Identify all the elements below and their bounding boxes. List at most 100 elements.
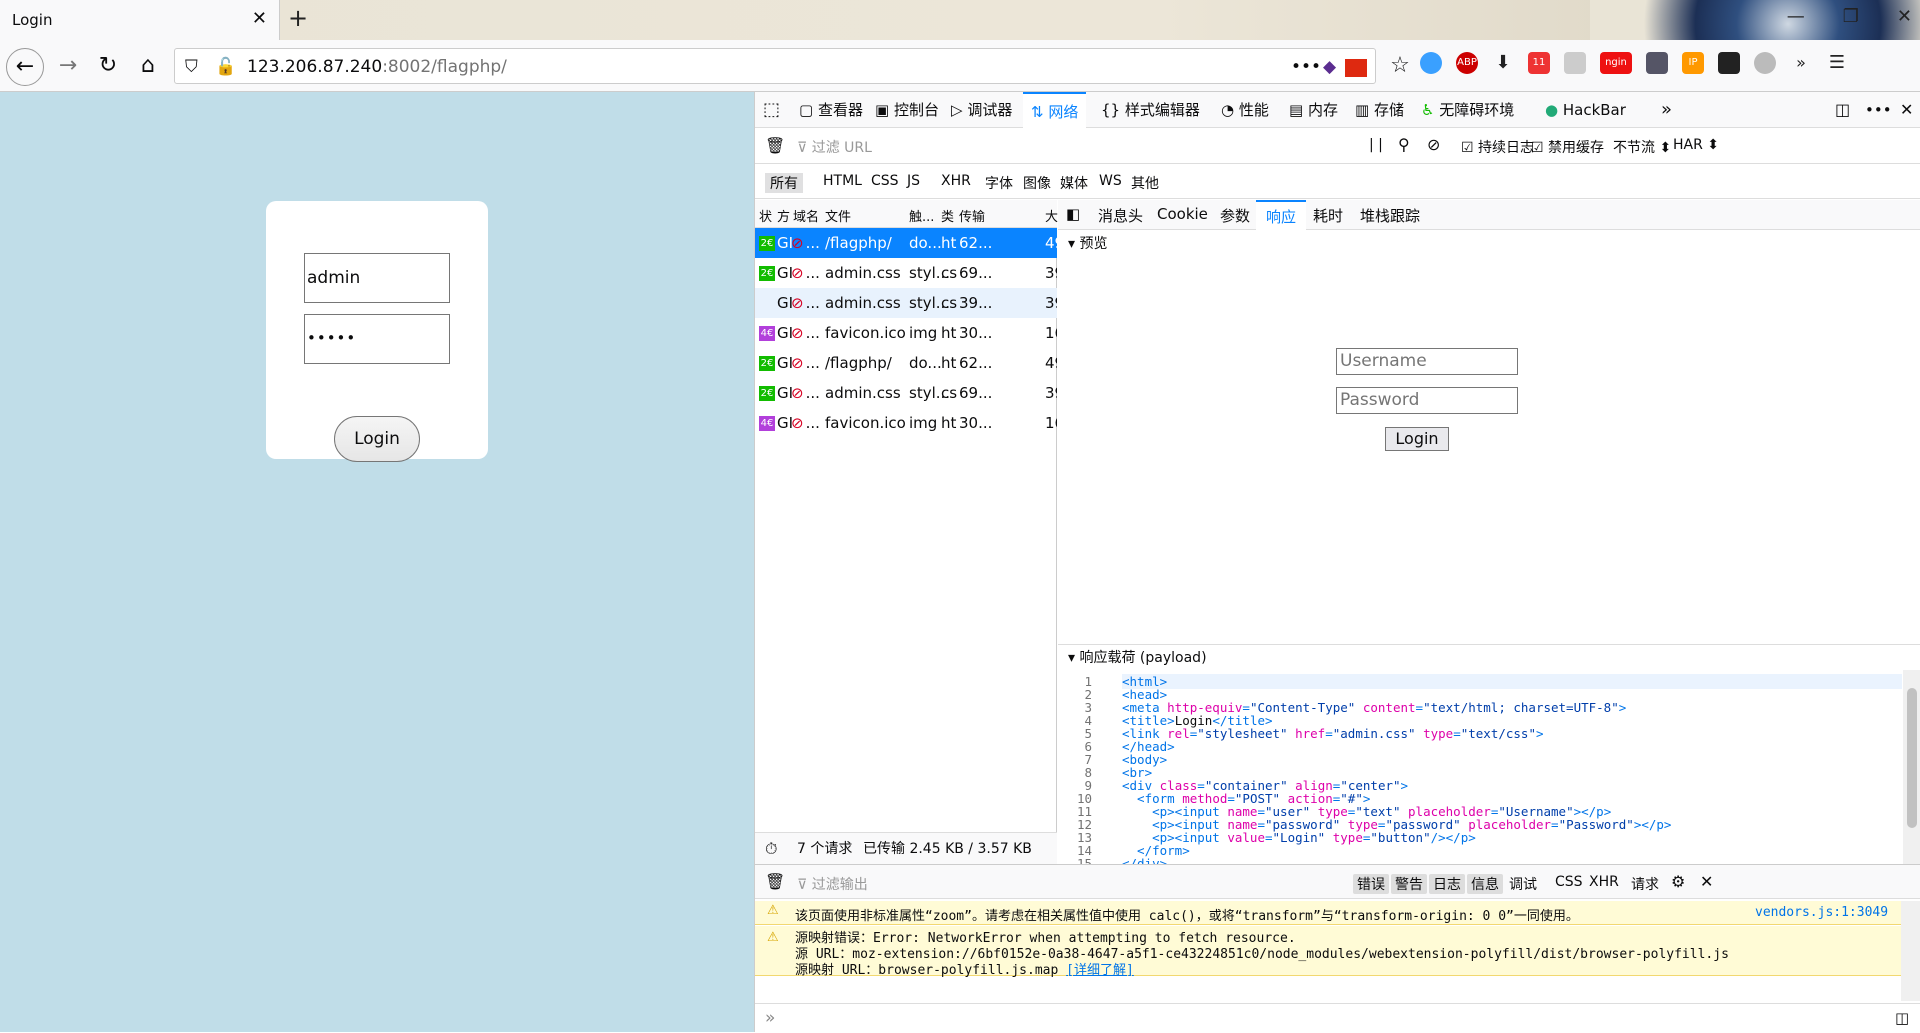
request-row[interactable]: GI⊘...admin.cssstyl...cs39...39	[755, 288, 1057, 318]
options-menu-icon[interactable]: •••	[1865, 92, 1892, 128]
tab-cookies[interactable]: Cookie	[1157, 205, 1208, 223]
col-size[interactable]: 大	[1045, 206, 1058, 225]
block-icon[interactable]: ⊘	[1427, 135, 1440, 154]
col-method[interactable]: 方	[777, 206, 790, 225]
type-js[interactable]: JS	[907, 173, 920, 189]
password-input[interactable]: •••••	[304, 314, 450, 364]
preview-username-input[interactable]: Username	[1336, 348, 1518, 375]
col-transferred[interactable]: 传输	[959, 206, 985, 225]
console-settings-gear-icon[interactable]: ⚙	[1671, 872, 1685, 891]
globe-ext-icon[interactable]	[1754, 52, 1776, 74]
overflow-chevron-icon[interactable]: »	[1790, 52, 1812, 74]
clear-console-icon[interactable]: 🗑	[765, 872, 785, 891]
close-console-icon[interactable]: ✕	[1700, 872, 1713, 891]
sidebar-toggle-icon[interactable]: ◧	[1066, 205, 1080, 223]
filter-debug[interactable]: 调试	[1505, 874, 1541, 894]
close-devtools-icon[interactable]: ✕	[1900, 92, 1913, 128]
code-scrollbar[interactable]	[1903, 670, 1920, 864]
url-bar[interactable]: ⛉ 🔓 123.206.87.240:8002/flagphp/ ••• ◆	[174, 48, 1376, 84]
element-picker-icon[interactable]: ⬚	[763, 92, 780, 128]
tab-timings[interactable]: 耗时	[1313, 205, 1343, 226]
col-cause[interactable]: 触...	[909, 206, 934, 225]
china-flag-icon[interactable]	[1345, 59, 1367, 77]
type-media[interactable]: 媒体	[1060, 173, 1088, 193]
col-status[interactable]: 状	[759, 206, 772, 225]
request-row[interactable]: 2€GI⊘.../flagphp/do...ht62...49	[755, 228, 1057, 258]
console-warning-zoom[interactable]: ⚠ 该页面使用非标准属性“zoom”。请考虑在相关属性值中使用 calc()，或…	[755, 901, 1901, 925]
home-icon[interactable]: ⌂	[132, 50, 164, 82]
username-input[interactable]: admin	[304, 253, 450, 303]
close-tab-icon[interactable]: ✕	[252, 8, 267, 29]
bookmark-star-icon[interactable]: ☆	[1384, 50, 1416, 82]
page-actions-icon[interactable]: •••	[1291, 57, 1321, 77]
filter-info[interactable]: 信息	[1467, 874, 1503, 894]
type-font[interactable]: 字体	[985, 173, 1013, 193]
pause-icon[interactable]: | |	[1369, 137, 1383, 153]
filter-errors[interactable]: 错误	[1353, 874, 1389, 894]
tab-style-editor[interactable]: {} 样式编辑器	[1101, 92, 1200, 128]
persist-log-checkbox[interactable]: ☑ 持续日志	[1461, 137, 1534, 157]
insecure-lock-icon[interactable]: 🔓	[215, 57, 236, 77]
type-css[interactable]: CSS	[871, 173, 899, 189]
request-row[interactable]: 2€GI⊘.../flagphp/do...ht62...49	[755, 348, 1057, 378]
tab-console[interactable]: ▣ 控制台	[875, 92, 939, 128]
type-html[interactable]: HTML	[823, 173, 862, 189]
type-xhr[interactable]: XHR	[941, 173, 971, 189]
preview-password-input[interactable]: Password	[1336, 387, 1518, 414]
back-icon[interactable]: ←	[6, 48, 44, 86]
circle-ext-icon[interactable]	[1420, 52, 1442, 74]
dock-icon[interactable]: ◫	[1835, 92, 1850, 128]
request-row[interactable]: 4€GI⊘...favicon.icoimght30...16	[755, 318, 1057, 348]
preview-login-button[interactable]: Login	[1385, 427, 1449, 451]
ip-ext-icon[interactable]: IP	[1682, 52, 1704, 74]
type-other[interactable]: 其他	[1131, 173, 1159, 193]
nginx-ext-icon[interactable]: ngin	[1600, 52, 1632, 74]
console-scrollbar[interactable]	[1901, 901, 1920, 1001]
reload-icon[interactable]: ↻	[92, 50, 124, 82]
minimize-icon[interactable]: —	[1787, 6, 1805, 27]
search-icon[interactable]: ⚲	[1398, 135, 1410, 154]
tab-accessibility[interactable]: ♿ 无障碍环境	[1421, 92, 1514, 128]
tab-performance[interactable]: ◔ 性能	[1221, 92, 1269, 128]
pocket-gem-icon[interactable]: ◆	[1323, 57, 1336, 77]
close-window-icon[interactable]: ✕	[1897, 6, 1912, 27]
editor-mode-icon[interactable]: ◫	[1895, 1009, 1909, 1027]
har-menu[interactable]: HAR ⬍	[1673, 137, 1719, 153]
shield-icon[interactable]: ⛉	[185, 57, 198, 77]
code-scroll-thumb[interactable]	[1907, 688, 1917, 828]
filter-css[interactable]: CSS	[1551, 874, 1587, 890]
tab-params[interactable]: 参数	[1220, 205, 1250, 226]
tab-response[interactable]: 响应	[1256, 200, 1307, 230]
disable-cache-checkbox[interactable]: ☑ 禁用缓存	[1531, 137, 1604, 157]
trash-icon[interactable]: 🗑	[765, 136, 785, 155]
glasses-ext-icon[interactable]	[1718, 52, 1740, 74]
tab-login[interactable]: Login ✕	[0, 0, 280, 40]
filter-logs[interactable]: 日志	[1429, 874, 1465, 894]
request-row[interactable]: 2€GI⊘...admin.cssstyl...cs69...39	[755, 258, 1057, 288]
login-button[interactable]: Login	[334, 416, 420, 462]
tab-hackbar[interactable]: ● HackBar	[1545, 92, 1626, 128]
console-filter-input[interactable]: ⊽ 过滤输出	[797, 874, 868, 894]
tab-stack-trace[interactable]: 堆栈跟踪	[1360, 205, 1420, 226]
tab-storage[interactable]: ▥ 存储	[1355, 92, 1404, 128]
tab-headers[interactable]: 消息头	[1098, 205, 1143, 226]
tab-inspector[interactable]: ▢ 查看器	[799, 92, 863, 128]
throttle-select[interactable]: 不节流 ⬍	[1613, 137, 1671, 157]
col-domain[interactable]: 域名	[793, 206, 819, 225]
filter-url-input[interactable]: ⊽ 过滤 URL	[797, 137, 872, 157]
type-image[interactable]: 图像	[1023, 173, 1051, 193]
preview-section-header[interactable]: ▾ 预览	[1058, 231, 1920, 257]
pin-ext-icon[interactable]	[1564, 52, 1586, 74]
response-code-viewer[interactable]: 1 <html> 2 <head> 3 <meta http-equiv="Content…	[1058, 670, 1920, 864]
payload-section-header[interactable]: ▾ 响应载荷 (payload)	[1058, 644, 1920, 670]
filter-requests[interactable]: 请求	[1627, 874, 1663, 894]
col-type[interactable]: 类	[941, 206, 954, 225]
type-all[interactable]: 所有	[765, 173, 803, 193]
request-row[interactable]: 4€GI⊘...favicon.icoimght30...16	[755, 408, 1057, 438]
download-icon[interactable]: ⬇	[1492, 52, 1514, 74]
ext-eleven-icon[interactable]: 11	[1528, 52, 1550, 74]
col-file[interactable]: 文件	[825, 206, 851, 225]
warning-source-link[interactable]: vendors.js:1:3049	[1755, 905, 1888, 920]
menu-hamburger-icon[interactable]: ☰	[1826, 52, 1848, 74]
filter-warnings[interactable]: 警告	[1391, 874, 1427, 894]
